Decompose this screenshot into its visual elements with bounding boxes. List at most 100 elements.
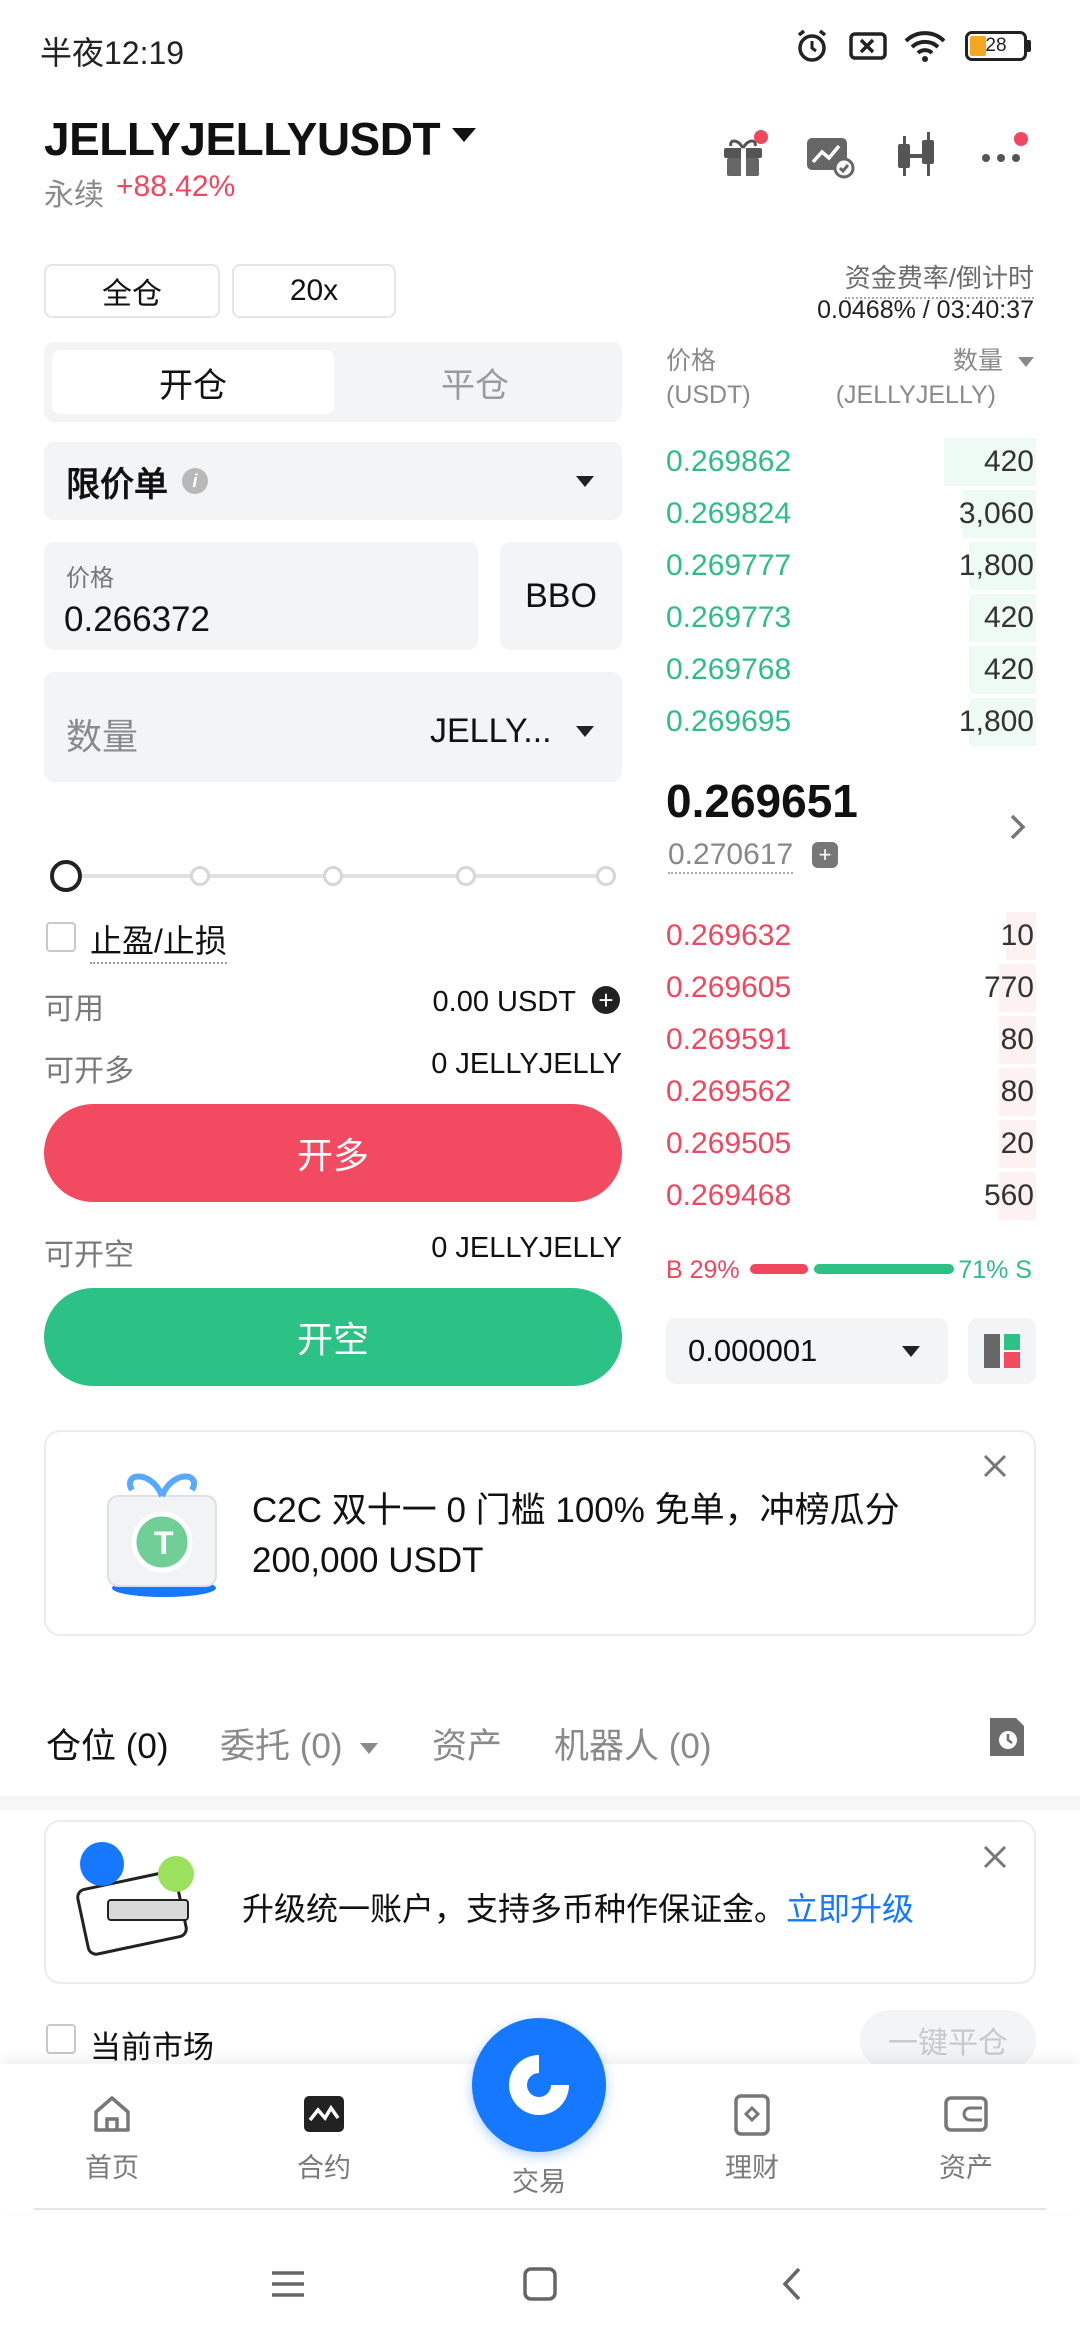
price-change: +88.42% bbox=[116, 170, 236, 203]
open-long-button[interactable]: 开多 bbox=[44, 1104, 622, 1202]
battery-icon: 28 bbox=[962, 26, 1034, 66]
menu-icon[interactable] bbox=[258, 2254, 318, 2314]
current-market-checkbox[interactable] bbox=[46, 2024, 76, 2054]
ask-row[interactable]: 0.269773 420 bbox=[666, 592, 1036, 644]
bid-row[interactable]: 0.269632 10 bbox=[666, 910, 1036, 962]
home-square-icon[interactable] bbox=[510, 2254, 570, 2314]
upgrade-text: 升级统一账户，支持多币种作保证金。立即升级 bbox=[242, 1884, 914, 1930]
earn-icon bbox=[734, 2094, 770, 2136]
buy-ratio-bar bbox=[750, 1264, 808, 1274]
pair-subtitle: 永续 +88.42% bbox=[44, 170, 235, 214]
bid-qty: 770 bbox=[983, 971, 1034, 1004]
alarm-icon bbox=[790, 26, 834, 66]
ask-row[interactable]: 0.269777 1,800 bbox=[666, 540, 1036, 592]
order-history-icon[interactable] bbox=[986, 1714, 1028, 1765]
price-input[interactable] bbox=[64, 600, 464, 640]
nav-assets[interactable]: 资产 bbox=[906, 2090, 1026, 2185]
leverage-button[interactable]: 20x bbox=[232, 264, 396, 318]
upgrade-now-link[interactable]: 立即升级 bbox=[786, 1891, 914, 1927]
svg-text:T: T bbox=[154, 1525, 174, 1561]
home-icon bbox=[94, 2096, 130, 2132]
tick-size-select[interactable]: 0.000001 bbox=[666, 1318, 948, 1384]
info-icon[interactable]: i bbox=[182, 468, 208, 494]
quantity-unit-select[interactable]: JELLY... bbox=[430, 712, 552, 751]
section-divider bbox=[0, 1796, 1080, 1810]
bid-row[interactable]: 0.269605 770 bbox=[666, 962, 1036, 1014]
tpsl-label[interactable]: 止盈/止损 bbox=[90, 916, 227, 964]
orderbook-qty-header[interactable]: 数量 (JELLYJELLY) bbox=[834, 344, 1034, 412]
margin-mode-button[interactable]: 全仓 bbox=[44, 264, 220, 318]
promo-text[interactable]: C2C 双十一 0 门槛 100% 免单，冲榜瓜分 200,000 USDT bbox=[252, 1486, 992, 1586]
wallet-icon bbox=[944, 2096, 988, 2132]
bbo-button[interactable]: BBO bbox=[500, 542, 622, 650]
pair-dropdown-caret-icon[interactable] bbox=[452, 128, 476, 142]
price-header-unit: (USDT) bbox=[666, 381, 751, 409]
bid-qty: 20 bbox=[1000, 1127, 1034, 1160]
ask-qty: 420 bbox=[983, 445, 1034, 478]
bid-price: 0.269468 bbox=[666, 1179, 792, 1212]
funding-rate-label[interactable]: 资金费率/倒计时 bbox=[844, 258, 1034, 299]
promo-close-icon[interactable] bbox=[980, 1448, 1010, 1490]
available-label: 可用 bbox=[44, 993, 104, 1026]
tpsl-checkbox[interactable] bbox=[46, 922, 76, 952]
close-all-button[interactable]: 一键平仓 bbox=[860, 2010, 1036, 2070]
contract-type: 永续 bbox=[44, 179, 104, 212]
system-nav-divider bbox=[34, 2208, 1046, 2210]
tab-positions[interactable]: 仓位 (0) bbox=[46, 1718, 169, 1769]
tab-orders[interactable]: 委托 (0) bbox=[220, 1718, 379, 1769]
bid-row[interactable]: 0.269591 80 bbox=[666, 1014, 1036, 1066]
bid-row[interactable]: 0.269562 80 bbox=[666, 1066, 1036, 1118]
order-type-select[interactable]: 限价单 i bbox=[44, 442, 622, 520]
tab-assets[interactable]: 资产 bbox=[432, 1718, 502, 1769]
mark-price[interactable]: 0.270617 bbox=[668, 838, 794, 874]
nav-trade-label[interactable]: 交易 bbox=[500, 2160, 578, 2199]
upgrade-message: 升级统一账户，支持多币种作保证金。 bbox=[242, 1891, 787, 1927]
ask-row[interactable]: 0.269695 1,800 bbox=[666, 696, 1036, 748]
slider-node-75[interactable] bbox=[456, 866, 476, 886]
bid-qty: 10 bbox=[1000, 919, 1034, 952]
nav-contract[interactable]: 合约 bbox=[264, 2090, 384, 2185]
market-analysis-icon[interactable] bbox=[802, 128, 856, 182]
ask-row[interactable]: 0.269862 420 bbox=[666, 436, 1036, 488]
upgrade-close-icon[interactable] bbox=[980, 1842, 1010, 1877]
bid-row[interactable]: 0.269505 20 bbox=[666, 1118, 1036, 1170]
ask-qty: 1,800 bbox=[958, 549, 1034, 582]
bid-row[interactable]: 0.269468 560 bbox=[666, 1170, 1036, 1222]
sell-ratio-bar bbox=[814, 1264, 954, 1274]
orderbook-layout-button[interactable] bbox=[968, 1318, 1036, 1384]
wallet-illustration-icon bbox=[72, 1840, 202, 1975]
quantity-slider-thumb[interactable] bbox=[50, 860, 82, 892]
ask-row[interactable]: 0.269824 3,060 bbox=[666, 488, 1036, 540]
current-market-label[interactable]: 当前市场 bbox=[90, 2022, 214, 2067]
bid-price: 0.269505 bbox=[666, 1127, 792, 1160]
chevron-down-icon bbox=[360, 1743, 379, 1755]
tab-open[interactable]: 开仓 bbox=[52, 350, 334, 414]
candlestick-chart-icon[interactable] bbox=[890, 128, 944, 182]
buy-ratio: B 29% bbox=[666, 1256, 740, 1284]
nav-earn[interactable]: 理财 bbox=[692, 2090, 812, 2185]
gift-icon[interactable] bbox=[716, 128, 770, 182]
bid-qty: 80 bbox=[1000, 1023, 1034, 1056]
max-short-label: 可开空 bbox=[44, 1239, 134, 1272]
more-icon[interactable] bbox=[976, 128, 1030, 182]
tab-bots[interactable]: 机器人 (0) bbox=[554, 1718, 712, 1769]
back-icon[interactable] bbox=[762, 2254, 822, 2314]
ask-price: 0.269777 bbox=[666, 549, 792, 582]
nav-home[interactable]: 首页 bbox=[52, 2090, 172, 2185]
ask-qty: 3,060 bbox=[958, 497, 1034, 530]
open-short-button[interactable]: 开空 bbox=[44, 1288, 622, 1386]
slider-node-100[interactable] bbox=[596, 866, 616, 886]
slider-node-50[interactable] bbox=[323, 866, 343, 886]
chevron-right-icon[interactable] bbox=[1006, 810, 1030, 849]
add-funds-icon[interactable]: + bbox=[592, 986, 620, 1014]
ask-row[interactable]: 0.269768 420 bbox=[666, 644, 1036, 696]
tab-close[interactable]: 平仓 bbox=[334, 350, 616, 414]
ask-price: 0.269695 bbox=[666, 705, 792, 738]
qty-header-label: 数量 bbox=[953, 347, 1004, 375]
pair-title[interactable]: JELLYJELLYUSDT bbox=[44, 112, 441, 166]
nav-trade-button[interactable] bbox=[472, 2018, 606, 2152]
nav-earn-label: 理财 bbox=[725, 2153, 779, 2183]
ask-price: 0.269768 bbox=[666, 653, 792, 686]
slider-node-25[interactable] bbox=[190, 866, 210, 886]
ask-qty: 420 bbox=[983, 653, 1034, 686]
